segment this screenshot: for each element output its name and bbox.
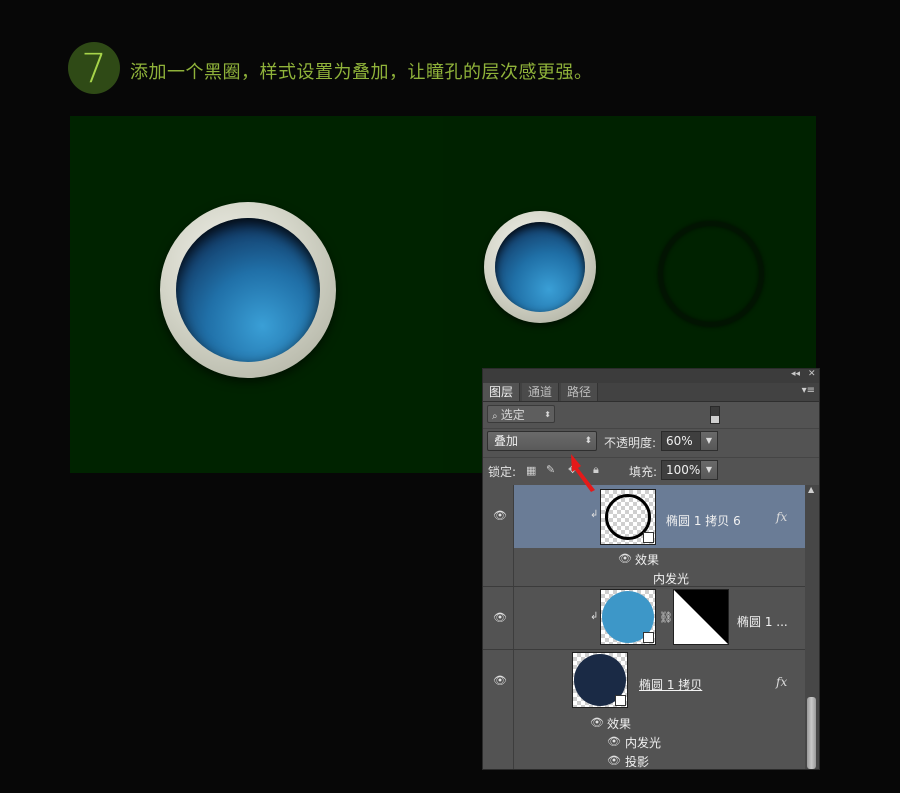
tab-layers[interactable]: 图层 bbox=[483, 383, 521, 401]
clipping-arrow-icon: ↲ bbox=[590, 509, 599, 520]
pupil-small bbox=[495, 222, 585, 312]
step-number-badge: 7 bbox=[68, 42, 120, 94]
fill-label: 填充: bbox=[629, 465, 658, 479]
fx-icon[interactable]: fx bbox=[776, 510, 787, 524]
lock-row: 锁定: ▦ ✎ ✥ 🔒︎ 填充: 100% ▼ bbox=[483, 457, 819, 484]
effect-inner-glow[interactable]: 内发光 bbox=[653, 570, 689, 587]
panel-title-bar: ◂◂ ✕ bbox=[483, 369, 819, 383]
layer-row-selected[interactable]: 👁︎ ↲ 椭圆 1 拷贝 6 fx 👁︎ 效果 内发光 bbox=[483, 485, 805, 587]
visibility-column bbox=[483, 485, 514, 586]
scroll-up-icon[interactable]: ▲ bbox=[808, 485, 814, 494]
effects-label: 效果 bbox=[635, 553, 660, 567]
shape-layer-icon bbox=[643, 532, 654, 543]
lock-transparent-icon[interactable]: ▦ bbox=[526, 464, 536, 477]
fill-field[interactable]: 100% bbox=[661, 460, 701, 480]
layer-name[interactable]: 椭圆 1 拷贝 bbox=[639, 676, 702, 693]
opacity-dropdown-icon[interactable]: ▼ bbox=[700, 431, 718, 451]
tab-channels[interactable]: 通道 bbox=[522, 383, 560, 401]
shape-layer-icon bbox=[643, 632, 654, 643]
visibility-eye-icon[interactable]: 👁︎ bbox=[493, 611, 507, 624]
effects-eye-icon[interactable]: 👁︎ bbox=[618, 552, 632, 565]
black-ring-preview bbox=[658, 221, 764, 327]
close-icon[interactable]: ✕ bbox=[808, 369, 816, 379]
effect-inner-glow[interactable]: 内发光 bbox=[625, 734, 661, 751]
layers-list: 👁︎ ↲ 椭圆 1 拷贝 6 fx 👁︎ 效果 内发光 👁︎ ↲ ⛓ 椭圆 1 … bbox=[483, 485, 805, 769]
layer-name[interactable]: 椭圆 1 拷贝 6 bbox=[666, 512, 741, 529]
select-caret-icon: ⬍ bbox=[584, 436, 592, 446]
layers-panel: ◂◂ ✕ 图层 通道 路径 ▾≡ ⌕ 选定 ⬍ 叠加 ⬍ 不透明度: 60% ▼ … bbox=[482, 368, 820, 770]
layer-highlight bbox=[513, 485, 805, 548]
blend-mode-value: 叠加 bbox=[494, 434, 519, 448]
tab-paths[interactable]: 路径 bbox=[561, 383, 599, 401]
layer-thumbnail bbox=[600, 489, 656, 545]
layer-thumbnail bbox=[600, 589, 656, 645]
panel-tabs: 图层 通道 路径 ▾≡ bbox=[483, 383, 819, 402]
eye-button-small bbox=[484, 211, 596, 323]
filter-stepper-icon: ⬍ bbox=[544, 410, 551, 419]
visibility-eye-icon[interactable]: 👁︎ bbox=[493, 509, 507, 522]
mask-link-icon[interactable]: ⛓ bbox=[659, 611, 673, 624]
effects-label: 效果 bbox=[607, 717, 632, 731]
fx-icon[interactable]: fx bbox=[776, 675, 787, 689]
shape-layer-icon bbox=[615, 695, 626, 706]
blend-mode-select[interactable]: 叠加 ⬍ bbox=[487, 431, 597, 451]
layer-filter-select[interactable]: ⌕ 选定 ⬍ bbox=[487, 405, 555, 423]
filter-label: 选定 bbox=[500, 408, 525, 422]
visibility-eye-icon[interactable]: 👁︎ bbox=[493, 674, 507, 687]
pupil-large bbox=[176, 218, 320, 362]
step-number: 7 bbox=[81, 46, 107, 92]
opacity-label: 不透明度: bbox=[604, 436, 657, 450]
lock-brush-icon[interactable]: ✎ bbox=[546, 463, 555, 476]
eye-button-large bbox=[160, 202, 336, 378]
fill-dropdown-icon[interactable]: ▼ bbox=[700, 460, 718, 480]
layers-scrollbar[interactable]: ▲ bbox=[805, 485, 819, 769]
step-instruction: 添加一个黑圈，样式设置为叠加，让瞳孔的层次感更强。 bbox=[130, 62, 593, 83]
collapse-icon[interactable]: ◂◂ bbox=[791, 369, 800, 379]
layer-row[interactable]: 👁︎ ↲ ⛓ 椭圆 1 ... bbox=[483, 587, 805, 650]
opacity-field[interactable]: 60% bbox=[661, 431, 701, 451]
visibility-column bbox=[483, 650, 514, 769]
filter-row: ⌕ 选定 ⬍ bbox=[483, 402, 819, 429]
clipping-arrow-icon: ↲ bbox=[590, 611, 599, 622]
effects-eye-icon[interactable]: 👁︎ bbox=[590, 716, 604, 729]
filter-toggle[interactable] bbox=[710, 406, 720, 424]
panel-menu-icon[interactable]: ▾≡ bbox=[802, 385, 815, 396]
scrollbar-thumb[interactable] bbox=[807, 697, 816, 769]
layer-thumbnail bbox=[572, 652, 628, 708]
red-pointer-arrow-icon bbox=[571, 454, 595, 492]
layer-mask-thumbnail[interactable] bbox=[673, 589, 729, 645]
lock-label: 锁定: bbox=[488, 465, 517, 479]
effect-drop-shadow[interactable]: 投影 bbox=[625, 753, 649, 769]
layer-name[interactable]: 椭圆 1 ... bbox=[737, 613, 788, 630]
effect-eye-icon[interactable]: 👁︎ bbox=[607, 754, 621, 767]
layer-row[interactable]: 👁︎ 椭圆 1 拷贝 fx 👁︎ 效果 👁︎ 内发光 👁︎ 投影 bbox=[483, 650, 805, 769]
blend-row: 叠加 ⬍ 不透明度: 60% ▼ bbox=[483, 429, 819, 455]
gradient-mask-icon bbox=[674, 590, 728, 644]
search-icon: ⌕ bbox=[492, 411, 501, 422]
effect-eye-icon[interactable]: 👁︎ bbox=[607, 735, 621, 748]
